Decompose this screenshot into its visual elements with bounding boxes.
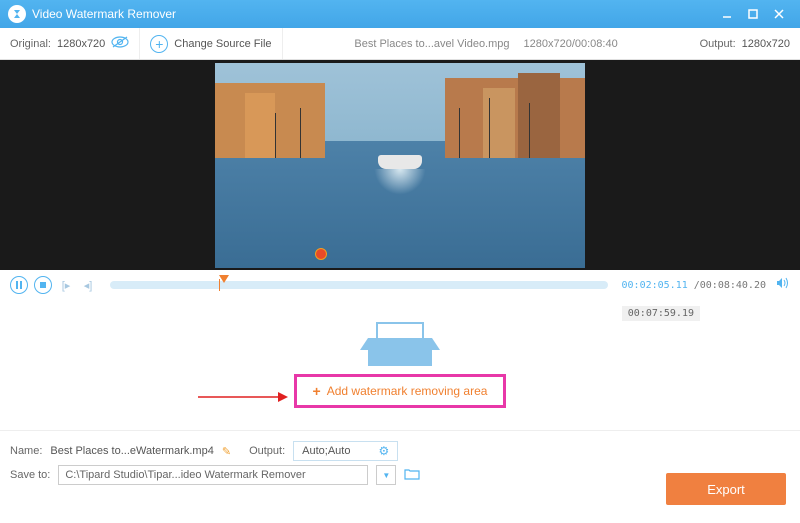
maximize-button[interactable] [740,5,766,23]
marker-icon [315,248,327,260]
preview-toggle-icon[interactable] [111,36,129,51]
output-format-value: Auto;Auto [302,445,350,457]
export-button[interactable]: Export [666,473,786,505]
tray-icon [368,322,432,366]
original-resolution: 1280x720 [57,38,105,50]
output-format-select[interactable]: Auto;Auto ⚙ [293,441,398,461]
export-label: Export [707,482,745,497]
mark-in-button[interactable]: [▸ [58,276,74,294]
current-file-name: Best Places to...avel Video.mpg [354,38,509,50]
volume-icon[interactable] [776,276,790,294]
hover-time-badge: 00:07:59.19 [622,306,700,321]
output-resolution: 1280x720 [742,38,790,50]
open-folder-icon[interactable] [404,468,420,483]
stop-button[interactable] [34,276,52,294]
minimize-button[interactable] [714,5,740,23]
duration-time: /00:08:40.20 [694,280,766,291]
add-watermark-area-button[interactable]: + Add watermark removing area [294,374,507,408]
output-label: Output: [700,38,736,50]
video-frame[interactable] [215,63,585,268]
titlebar: Video Watermark Remover [0,0,800,28]
change-source-button[interactable]: + Change Source File [140,28,282,59]
output-format-label: Output: [249,445,285,457]
plus-circle-icon: + [150,35,168,53]
app-logo-icon [8,5,26,23]
video-preview-area [0,60,800,270]
edit-name-icon[interactable]: ✎ [222,445,231,458]
app-title: Video Watermark Remover [32,7,176,21]
add-watermark-label: Add watermark removing area [327,384,488,398]
watermark-tray-area: 00:07:59.19 + Add watermark removing are… [0,300,800,430]
player-controls: [▸ ◂] 00:02:05.11/00:08:40.20 [0,270,800,300]
name-label: Name: [10,445,42,457]
output-name-value: Best Places to...eWatermark.mp4 [50,445,213,457]
plus-icon: + [313,383,321,399]
pause-button[interactable] [10,276,28,294]
toolbar: Original: 1280x720 + Change Source File … [0,28,800,60]
save-path-value: C:\Tipard Studio\Tipar...ideo Watermark … [65,469,305,481]
current-file-meta: 1280x720/00:08:40 [524,38,618,50]
save-to-label: Save to: [10,469,50,481]
timeline-slider[interactable] [110,281,608,289]
close-button[interactable] [766,5,792,23]
save-path-dropdown[interactable]: ▼ [376,465,396,485]
original-label: Original: [10,38,51,50]
gear-icon[interactable]: ⚙ [378,444,389,458]
annotation-arrow-icon [198,388,288,411]
change-source-label: Change Source File [174,38,271,50]
playhead-icon[interactable] [219,275,229,283]
mark-out-button[interactable]: ◂] [80,276,96,294]
save-path-field[interactable]: C:\Tipard Studio\Tipar...ideo Watermark … [58,465,368,485]
current-time: 00:02:05.11 [622,280,688,291]
